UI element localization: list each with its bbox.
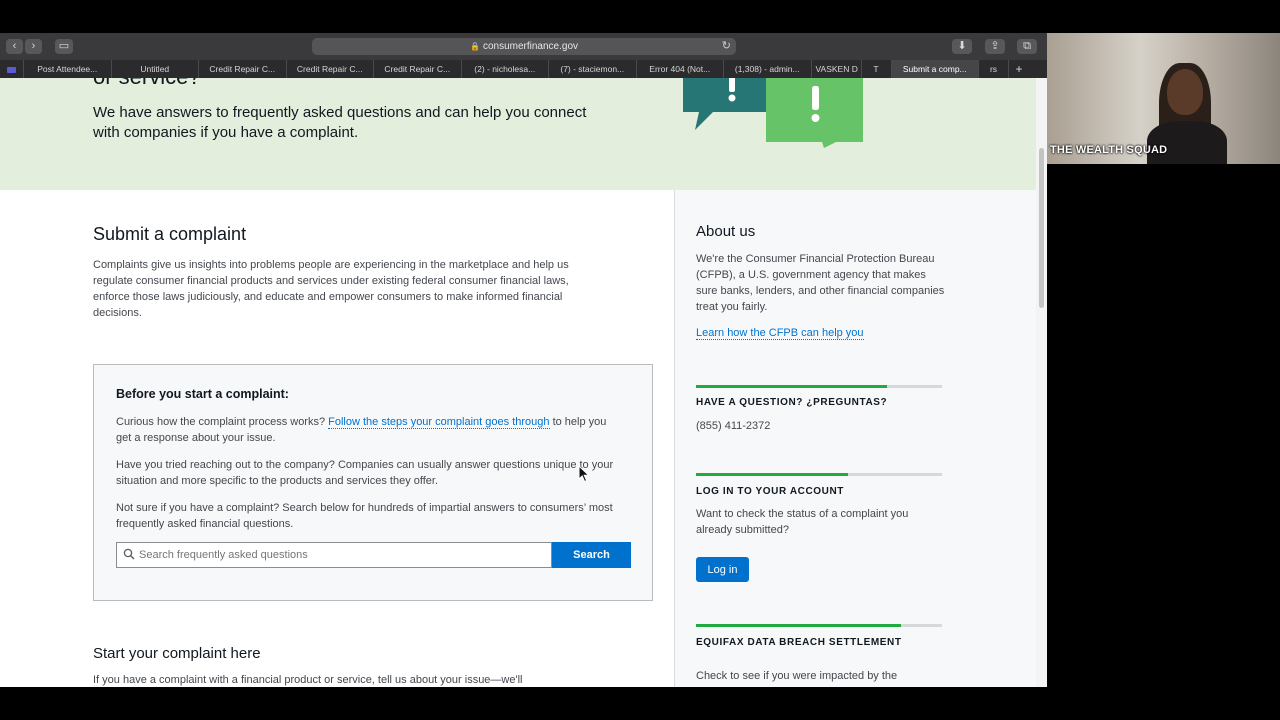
tab-item[interactable]: Credit Repair C... — [287, 60, 374, 78]
section-divider — [696, 473, 942, 476]
screen: ‹ › ▭ 🔒 consumerfinance.gov ↻ ⬇ ⇪ ⧉ Post … — [0, 0, 1280, 720]
forward-button[interactable]: › — [25, 39, 42, 54]
address-bar[interactable]: 🔒 consumerfinance.gov ↻ — [312, 38, 736, 55]
tab-favicon-icon — [7, 66, 16, 73]
tab-item[interactable]: (2) - nicholesa... — [462, 60, 549, 78]
speech-bubble-teal-icon — [683, 78, 769, 130]
equifax-description: Check to see if you were impacted by the — [696, 670, 898, 682]
start-complaint-description: If you have a complaint with a financial… — [93, 674, 523, 686]
browser-toolbar: ‹ › ▭ 🔒 consumerfinance.gov ↻ ⬇ ⇪ ⧉ — [0, 33, 1047, 60]
tab-pinned[interactable] — [0, 60, 24, 78]
tab-bar: Post Attendee... Untitled Credit Repair … — [0, 60, 1047, 78]
hero-banner: or service? We have answers to frequentl… — [0, 78, 1036, 190]
tab-item[interactable]: Post Attendee... — [24, 60, 112, 78]
tab-item[interactable]: Error 404 (Not... — [637, 60, 724, 78]
scrollbar-thumb[interactable] — [1039, 148, 1044, 308]
process-paragraph: Curious how the complaint process works?… — [116, 414, 616, 446]
hero-title: or service? — [93, 78, 201, 90]
share-button[interactable]: ⇪ — [985, 39, 1005, 54]
search-icon — [123, 548, 135, 560]
login-description: Want to check the status of a complaint … — [696, 508, 909, 536]
tab-item[interactable]: Credit Repair C... — [374, 60, 462, 78]
tab-active[interactable]: Submit a comp... — [891, 60, 979, 78]
page-scrollbar[interactable] — [1036, 78, 1047, 687]
sidebar: About us We're the Consumer Financial Pr… — [675, 190, 1036, 687]
video-tile: THE WEALTH SQUAD — [1047, 33, 1280, 164]
speech-bubble-green-icon — [766, 78, 863, 148]
mouse-cursor-icon — [578, 465, 590, 483]
phone-number: (855) 411-2372 — [696, 420, 771, 432]
new-tab-button[interactable]: + — [1009, 60, 1029, 78]
start-complaint-heading: Start your complaint here — [93, 645, 261, 662]
question-heading: HAVE A QUESTION? ¿PREGUNTAS? — [696, 397, 888, 408]
lock-icon: 🔒 — [469, 42, 480, 51]
log-in-button[interactable]: Log in — [696, 557, 749, 582]
faq-search-input[interactable] — [116, 542, 552, 568]
submit-complaint-description: Complaints give us insights into problem… — [93, 259, 569, 319]
section-divider-accent — [696, 624, 901, 627]
participant-name-label: THE WEALTH SQUAD — [1050, 144, 1168, 156]
section-divider — [696, 385, 942, 388]
sidebar-toggle-button[interactable]: ▭ — [55, 39, 73, 54]
tab-overview-button[interactable]: ⧉ — [1017, 39, 1037, 54]
company-paragraph: Have you tried reaching out to the compa… — [116, 459, 614, 487]
login-heading: LOG IN TO YOUR ACCOUNT — [696, 486, 845, 497]
search-intro-paragraph: Not sure if you have a complaint? Search… — [116, 502, 613, 530]
tab-item[interactable]: (1,308) - admin... — [724, 60, 812, 78]
tab-item[interactable]: T — [862, 60, 892, 78]
tab-item[interactable]: Untitled — [112, 60, 199, 78]
about-us-description: We're the Consumer Financial Protection … — [696, 253, 945, 313]
process-text: Curious how the complaint process works? — [116, 416, 326, 428]
section-divider — [696, 624, 942, 627]
tab-item[interactable]: (7) - staciemon... — [549, 60, 637, 78]
url-text: consumerfinance.gov — [482, 41, 579, 52]
about-us-heading: About us — [696, 223, 756, 240]
section-divider-accent — [696, 385, 887, 388]
before-you-start-box: Before you start a complaint: Curious ho… — [93, 364, 653, 601]
downloads-button[interactable]: ⬇ — [952, 39, 972, 54]
follow-steps-link[interactable]: Follow the steps your complaint goes thr… — [328, 416, 550, 429]
reload-icon[interactable]: ↻ — [722, 38, 731, 55]
before-you-start-heading: Before you start a complaint: — [116, 387, 289, 401]
equifax-heading: EQUIFAX DATA BREACH SETTLEMENT — [696, 637, 902, 648]
section-divider-accent — [696, 473, 848, 476]
web-page: or service? We have answers to frequentl… — [0, 78, 1036, 687]
participant-body — [1147, 121, 1227, 164]
search-button[interactable]: Search — [552, 542, 631, 568]
tab-item[interactable]: rs — [979, 60, 1009, 78]
tab-item[interactable]: Credit Repair C... — [199, 60, 287, 78]
submit-complaint-heading: Submit a complaint — [93, 224, 247, 244]
tab-item[interactable]: VASKEN D — [812, 60, 862, 78]
faq-search-form: Search — [116, 542, 631, 568]
learn-cfpb-link[interactable]: Learn how the CFPB can help you — [696, 327, 864, 340]
browser-window: ‹ › ▭ 🔒 consumerfinance.gov ↻ ⬇ ⇪ ⧉ Post … — [0, 33, 1047, 687]
participant-head — [1167, 69, 1203, 115]
back-button[interactable]: ‹ — [6, 39, 23, 54]
main-content: Submit a complaint Complaints give us in… — [0, 190, 675, 687]
hero-text: We have answers to frequently asked ques… — [93, 104, 587, 141]
